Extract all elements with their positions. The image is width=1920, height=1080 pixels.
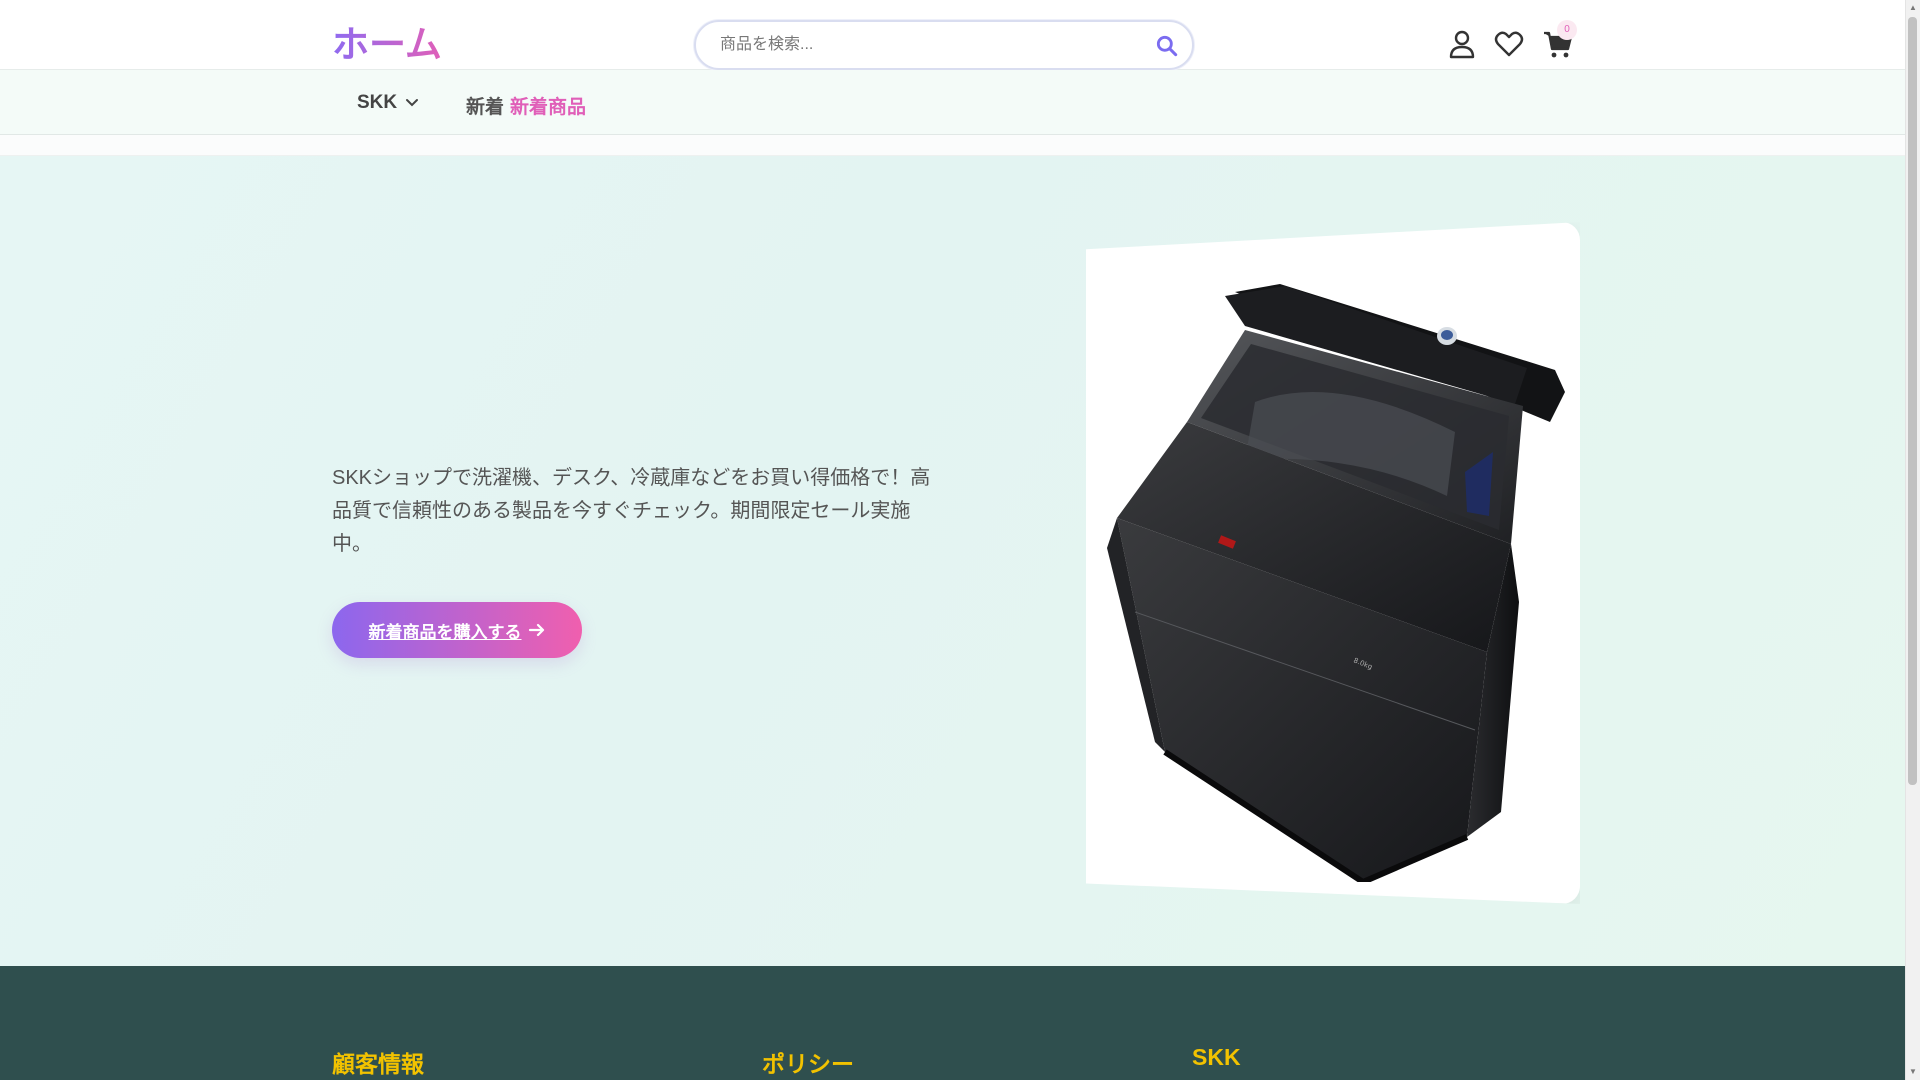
washing-machine-image: Comfee' 8.0kg — [1107, 284, 1565, 882]
shop-new-products-button[interactable]: 新着商品を購入する — [332, 602, 582, 658]
wishlist-heart-icon[interactable] — [1493, 28, 1525, 60]
nav-skk-label: SKK — [357, 92, 398, 113]
search-input[interactable] — [720, 30, 1130, 60]
site-header: ホーム 0 — [0, 0, 1905, 70]
nav-new-products-label: 新着商品 — [510, 97, 587, 118]
footer-skk-heading: SKK — [1192, 1044, 1241, 1070]
main-nav: SKK 新着 新着商品 — [0, 70, 1905, 135]
chevron-down-icon — [406, 99, 419, 107]
cta-label: 新着商品を購入する — [368, 622, 522, 642]
nav-skk-dropdown[interactable]: SKK — [357, 92, 419, 114]
page: ホーム 0 SKK 新着新 — [0, 0, 1905, 1080]
nav-new-label: 新着 — [466, 97, 505, 118]
footer-customer-info-heading: 顧客情報 — [332, 1051, 424, 1077]
search-box — [694, 20, 1194, 70]
home-logo-link[interactable]: ホーム — [332, 22, 442, 68]
hero-section: SKKショップで洗濯機、デスク、冷蔵庫などをお買い得価格で！高品質で信頼性のある… — [0, 156, 1905, 966]
search-icon[interactable] — [1154, 33, 1180, 59]
hero-description: SKKショップで洗濯機、デスク、冷蔵庫などをお買い得価格で！高品質で信頼性のある… — [332, 467, 931, 555]
arrow-right-icon — [528, 623, 544, 637]
scroll-up-arrow-icon[interactable]: ▲ — [1907, 2, 1919, 14]
footer-policy-heading: ポリシー — [762, 1051, 854, 1077]
cart-count-badge: 0 — [1557, 20, 1577, 40]
nav-new-products-link[interactable]: 新着 新着商品 — [466, 92, 586, 119]
site-footer: 顧客情報 ポリシー SKK — [0, 966, 1905, 1080]
scrollbar-thumb[interactable] — [1908, 17, 1917, 785]
nav-divider-strip — [0, 135, 1905, 156]
account-icon[interactable] — [1446, 28, 1478, 60]
scroll-down-arrow-icon[interactable]: ▼ — [1907, 1066, 1919, 1078]
